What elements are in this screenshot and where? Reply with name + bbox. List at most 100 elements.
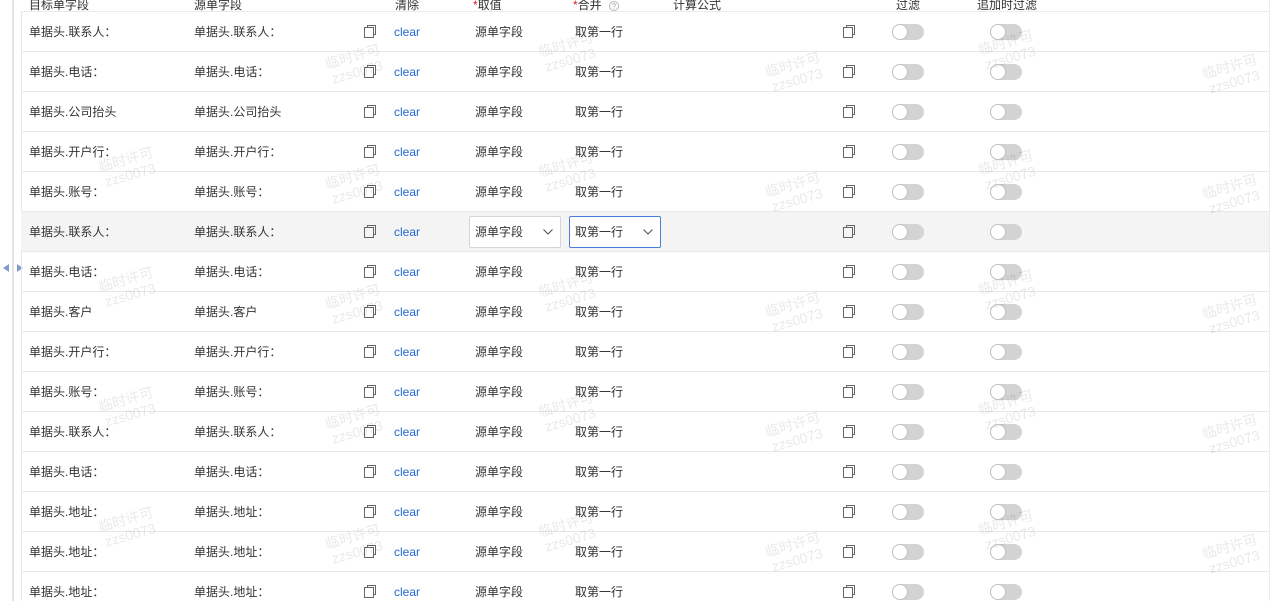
- append-filter-toggle[interactable]: [990, 304, 1022, 320]
- merge-cell[interactable]: 取第一行: [575, 452, 623, 491]
- append-filter-toggle[interactable]: [990, 464, 1022, 480]
- merge-cell[interactable]: 取第一行: [575, 292, 623, 331]
- value-cell[interactable]: 源单字段: [475, 372, 523, 411]
- clear-link[interactable]: clear: [394, 412, 420, 451]
- clear-link[interactable]: clear: [394, 132, 420, 171]
- formula-copy-icon[interactable]: [843, 505, 855, 518]
- value-cell[interactable]: 源单字段: [475, 492, 523, 531]
- formula-copy-icon[interactable]: [843, 265, 855, 278]
- formula-copy-icon[interactable]: [843, 465, 855, 478]
- clear-link[interactable]: clear: [394, 332, 420, 371]
- value-cell[interactable]: 源单字段: [475, 572, 523, 601]
- value-cell[interactable]: 源单字段: [475, 532, 523, 571]
- table-row[interactable]: 单据头.电话： 单据头.电话： clear 源单字段 取第一行: [21, 452, 1270, 492]
- append-filter-toggle[interactable]: [990, 544, 1022, 560]
- filter-toggle[interactable]: [892, 104, 924, 120]
- value-cell[interactable]: 源单字段: [475, 332, 523, 371]
- table-row[interactable]: 单据头.账号： 单据头.账号： clear 源单字段 取第一行: [21, 372, 1270, 412]
- filter-toggle[interactable]: [892, 24, 924, 40]
- filter-toggle[interactable]: [892, 464, 924, 480]
- merge-select[interactable]: 取第一行: [569, 216, 661, 248]
- table-row[interactable]: 单据头.地址： 单据头.地址： clear 源单字段 取第一行: [21, 572, 1270, 601]
- value-cell[interactable]: 源单字段: [475, 172, 523, 211]
- append-filter-toggle[interactable]: [990, 584, 1022, 600]
- copy-icon[interactable]: [364, 65, 376, 78]
- merge-cell[interactable]: 取第一行: [575, 532, 623, 571]
- merge-cell[interactable]: 取第一行: [575, 332, 623, 371]
- filter-toggle[interactable]: [892, 544, 924, 560]
- table-row[interactable]: 单据头.地址： 单据头.地址： clear 源单字段 取第一行: [21, 492, 1270, 532]
- table-row[interactable]: 单据头.联系人： 单据头.联系人： clear 源单字段 取第一行: [21, 212, 1270, 252]
- value-select[interactable]: 源单字段: [469, 216, 561, 248]
- value-cell[interactable]: 源单字段: [475, 132, 523, 171]
- merge-cell[interactable]: 取第一行: [575, 492, 623, 531]
- value-cell[interactable]: 源单字段: [475, 452, 523, 491]
- clear-link[interactable]: clear: [394, 452, 420, 491]
- copy-icon[interactable]: [364, 105, 376, 118]
- formula-copy-icon[interactable]: [843, 25, 855, 38]
- value-cell[interactable]: 源单字段: [475, 252, 523, 291]
- value-cell[interactable]: 源单字段: [475, 292, 523, 331]
- clear-link[interactable]: clear: [394, 52, 420, 91]
- append-filter-toggle[interactable]: [990, 24, 1022, 40]
- merge-cell[interactable]: 取第一行: [575, 572, 623, 601]
- table-row[interactable]: 单据头.联系人： 单据头.联系人： clear 源单字段 取第一行: [21, 412, 1270, 452]
- merge-cell[interactable]: 取第一行: [575, 372, 623, 411]
- append-filter-toggle[interactable]: [990, 384, 1022, 400]
- value-cell[interactable]: 源单字段: [475, 52, 523, 91]
- clear-link[interactable]: clear: [394, 292, 420, 331]
- copy-icon[interactable]: [364, 265, 376, 278]
- clear-link[interactable]: clear: [394, 92, 420, 131]
- append-filter-toggle[interactable]: [990, 184, 1022, 200]
- filter-toggle[interactable]: [892, 264, 924, 280]
- table-row[interactable]: 单据头.公司抬头 单据头.公司抬头 clear 源单字段 取第一行: [21, 92, 1270, 132]
- clear-link[interactable]: clear: [394, 172, 420, 211]
- copy-icon[interactable]: [364, 465, 376, 478]
- copy-icon[interactable]: [364, 25, 376, 38]
- formula-copy-icon[interactable]: [843, 145, 855, 158]
- filter-toggle[interactable]: [892, 64, 924, 80]
- copy-icon[interactable]: [364, 145, 376, 158]
- filter-toggle[interactable]: [892, 384, 924, 400]
- value-cell[interactable]: 源单字段: [475, 12, 523, 51]
- formula-copy-icon[interactable]: [843, 305, 855, 318]
- table-row[interactable]: 单据头.账号： 单据头.账号： clear 源单字段 取第一行: [21, 172, 1270, 212]
- table-row[interactable]: 单据头.开户行： 单据头.开户行： clear 源单字段 取第一行: [21, 332, 1270, 372]
- question-circle-icon[interactable]: [609, 1, 619, 11]
- merge-cell[interactable]: 取第一行: [575, 412, 623, 451]
- filter-toggle[interactable]: [892, 224, 924, 240]
- copy-icon[interactable]: [364, 385, 376, 398]
- formula-copy-icon[interactable]: [843, 185, 855, 198]
- filter-toggle[interactable]: [892, 304, 924, 320]
- append-filter-toggle[interactable]: [990, 264, 1022, 280]
- merge-cell[interactable]: 取第一行: [575, 172, 623, 211]
- copy-icon[interactable]: [364, 345, 376, 358]
- formula-copy-icon[interactable]: [843, 225, 855, 238]
- append-filter-toggle[interactable]: [990, 104, 1022, 120]
- copy-icon[interactable]: [364, 545, 376, 558]
- append-filter-toggle[interactable]: [990, 144, 1022, 160]
- filter-toggle[interactable]: [892, 504, 924, 520]
- caret-left-icon[interactable]: [3, 264, 9, 272]
- table-row[interactable]: 单据头.开户行： 单据头.开户行： clear 源单字段 取第一行: [21, 132, 1270, 172]
- filter-toggle[interactable]: [892, 144, 924, 160]
- filter-toggle[interactable]: [892, 344, 924, 360]
- table-row[interactable]: 单据头.地址： 单据头.地址： clear 源单字段 取第一行: [21, 532, 1270, 572]
- merge-cell[interactable]: 取第一行: [575, 132, 623, 171]
- copy-icon[interactable]: [364, 425, 376, 438]
- merge-cell[interactable]: 取第一行: [575, 92, 623, 131]
- clear-link[interactable]: clear: [394, 532, 420, 571]
- filter-toggle[interactable]: [892, 424, 924, 440]
- clear-link[interactable]: clear: [394, 212, 420, 251]
- clear-link[interactable]: clear: [394, 252, 420, 291]
- formula-copy-icon[interactable]: [843, 385, 855, 398]
- table-row[interactable]: 单据头.电话： 单据头.电话： clear 源单字段 取第一行: [21, 252, 1270, 292]
- merge-cell[interactable]: 取第一行: [575, 12, 623, 51]
- merge-cell[interactable]: 取第一行: [575, 252, 623, 291]
- append-filter-toggle[interactable]: [990, 504, 1022, 520]
- merge-cell[interactable]: 取第一行: [575, 52, 623, 91]
- formula-copy-icon[interactable]: [843, 65, 855, 78]
- filter-toggle[interactable]: [892, 184, 924, 200]
- copy-icon[interactable]: [364, 225, 376, 238]
- table-row[interactable]: 单据头.客户 单据头.客户 clear 源单字段 取第一行: [21, 292, 1270, 332]
